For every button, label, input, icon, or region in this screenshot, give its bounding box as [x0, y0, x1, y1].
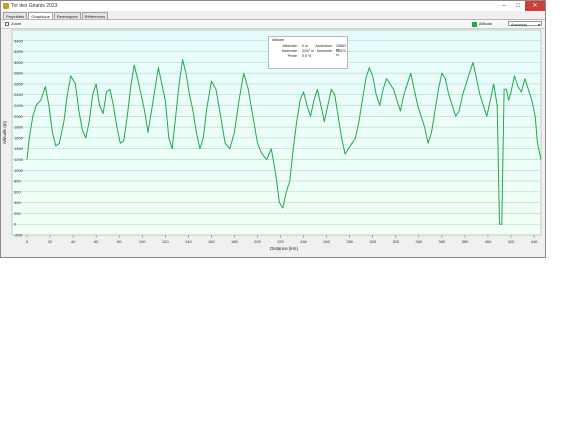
x-tick-label: 100: [139, 239, 146, 244]
x-tick-label: 240: [300, 239, 307, 244]
maximum-value: 3297 m: [302, 49, 314, 53]
y-tick-label: 2400: [14, 92, 24, 97]
minimize-button[interactable]: –: [497, 1, 511, 11]
y-tick-label: 1400: [14, 146, 24, 151]
y-tick-label: 3200: [14, 49, 24, 54]
x-tick-label: 220: [277, 239, 284, 244]
window-title: Tor des Géants 2023: [11, 3, 58, 9]
y-tick-label: 3000: [14, 60, 24, 65]
x-tick-label: 160: [208, 239, 215, 244]
x-tick-label: 380: [462, 239, 469, 244]
zoom-checkbox[interactable]: [5, 22, 9, 26]
x-tick-label: 440: [531, 239, 538, 244]
close-button[interactable]: ✕: [525, 1, 545, 11]
x-axis-label: Distance (km): [270, 246, 298, 251]
x-tick-label: 20: [48, 239, 53, 244]
x-tick-label: 300: [369, 239, 376, 244]
minimum-value: 0 m: [302, 44, 308, 48]
x-tick-label: 400: [485, 239, 492, 244]
x-tick-label: 280: [346, 239, 353, 244]
slope-label: Pente :: [287, 54, 299, 58]
x-tick-labels: 0 20 40 60 80 100 120 140 160 180 200 220 240 260 280 3…: [26, 235, 538, 244]
title-bar: Tor des Géants 2023 – □ ✕: [1, 1, 545, 11]
y-tick-label: 200: [14, 211, 21, 216]
x-tick-label: 260: [323, 239, 330, 244]
stats-row-3: Pente : 0.0 %: [269, 54, 349, 59]
x-tick-label: 60: [94, 239, 99, 244]
x-tick-label: 200: [254, 239, 261, 244]
y-tick-label: 800: [14, 179, 21, 184]
altitude-swatch-icon: [472, 21, 477, 27]
stats-box: Altitude Minimale : 0 m Ascension : 2666…: [268, 36, 348, 69]
x-tick-label: 320: [392, 239, 399, 244]
overlay-select[interactable]: Aucun(e) ▾: [508, 21, 542, 27]
x-tick-label: 180: [231, 239, 238, 244]
y-tick-label: 1000: [14, 168, 24, 173]
slope-value: 0.0 %: [302, 54, 312, 58]
descent-label: Descente :: [316, 49, 334, 53]
tab-bar: Propriétés Graphique Remarques Référence…: [3, 12, 109, 19]
tab-references[interactable]: Références: [81, 12, 109, 19]
y-tick-label: -200: [14, 233, 23, 238]
y-tick-label: 2800: [14, 71, 24, 76]
x-tick-label: 40: [71, 239, 76, 244]
tab-proprietes[interactable]: Propriétés: [3, 12, 28, 19]
x-tick-label: 140: [185, 239, 192, 244]
tab-remarques[interactable]: Remarques: [53, 12, 81, 19]
y-axis-label: Altitude (m): [2, 121, 7, 145]
app-icon: [3, 3, 9, 9]
window-controls: – □ ✕: [497, 1, 545, 11]
ascent-label: Ascension :: [315, 44, 334, 48]
x-tick-label: 420: [508, 239, 515, 244]
x-tick-label: 80: [117, 239, 122, 244]
y-tick-label: 3400: [14, 38, 24, 43]
y-tick-label: 2000: [14, 114, 24, 119]
tab-graphique[interactable]: Graphique: [28, 12, 53, 19]
y-tick-label: 600: [14, 189, 21, 194]
x-tick-label: 340: [415, 239, 422, 244]
minimum-label: Minimale :: [282, 44, 299, 48]
x-tick-label: 0: [26, 239, 29, 244]
y-tick-label: 1200: [14, 157, 24, 162]
maximum-label: Maximale :: [281, 49, 299, 53]
x-tick-label: 360: [439, 239, 446, 244]
y-tick-label: 400: [14, 200, 21, 205]
maximize-button[interactable]: □: [511, 1, 525, 11]
y-tick-label: 1800: [14, 125, 24, 130]
y-tick-label: 2600: [14, 81, 24, 86]
stats-header: Altitude: [272, 38, 284, 42]
x-tick-label: 120: [162, 239, 169, 244]
y-tick-label: 2200: [14, 103, 24, 108]
y-tick-label: 1600: [14, 135, 24, 140]
